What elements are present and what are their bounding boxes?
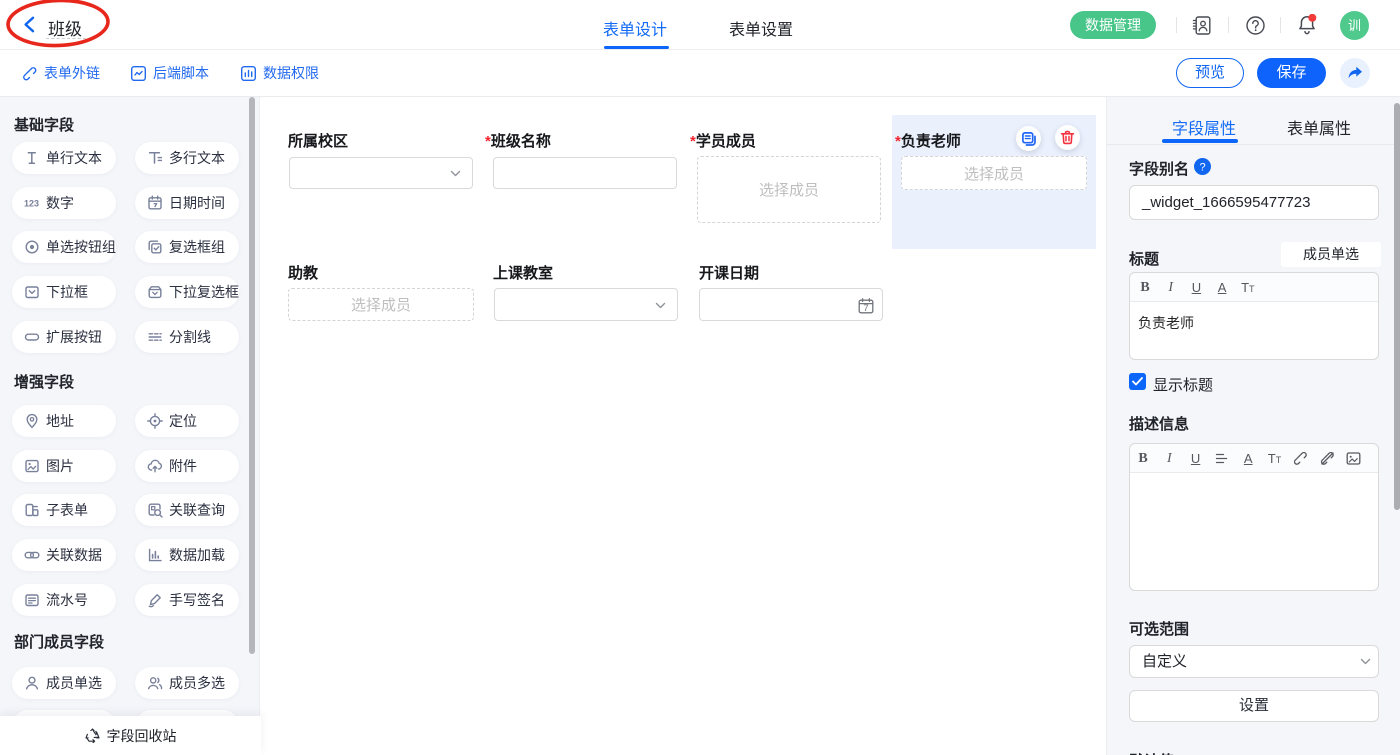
svg-text:123: 123 (24, 198, 39, 208)
svg-text:7: 7 (863, 303, 868, 314)
svg-text:?: ? (1199, 162, 1205, 174)
